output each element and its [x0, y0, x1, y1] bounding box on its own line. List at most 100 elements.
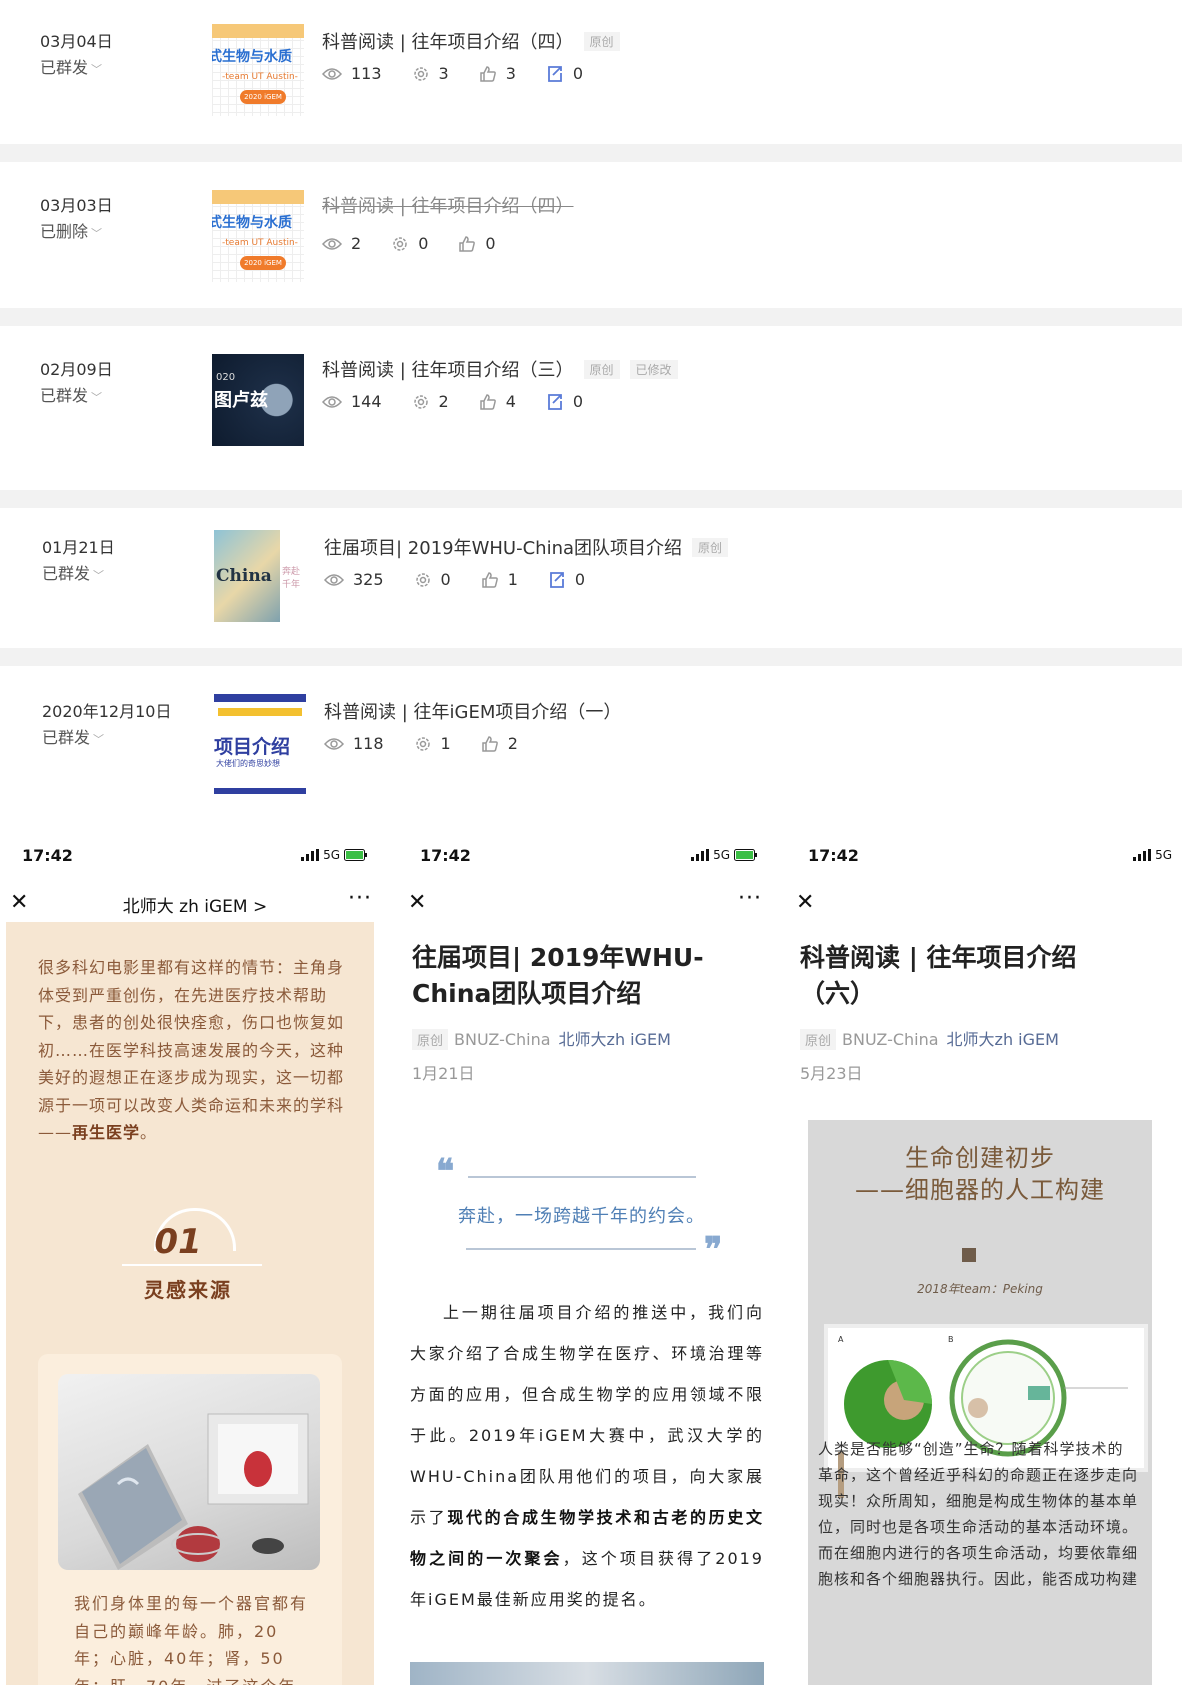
item-title[interactable]: 科普阅读 | 往年iGEM项目介绍（一） — [324, 698, 621, 724]
eye-icon — [324, 737, 344, 750]
item-status[interactable]: 已群发 ﹀ — [40, 54, 102, 78]
list-item[interactable]: 2020年12月10日 已群发 ﹀ 项目介绍 大佬们的奇思妙想 科普阅读 | 往年… — [0, 666, 1182, 816]
close-icon[interactable]: ✕ — [796, 892, 814, 914]
item-date: 02月09日 — [40, 360, 113, 379]
views-stat: 118 — [324, 734, 384, 753]
list-item[interactable]: 02月09日 已群发 ﹀ 020 图卢兹 科普阅读 | 往年项目介绍（三） 原创 已修… — [0, 326, 1182, 490]
signal-indicator: 5G — [301, 848, 368, 862]
battery-icon — [734, 849, 757, 861]
item-stats: 118 1 2 — [324, 734, 548, 753]
thumbs-up-icon — [459, 235, 476, 252]
author: BNUZ-China — [454, 1030, 551, 1049]
likes-stat: 1 — [481, 570, 518, 589]
lab-photo — [58, 1374, 320, 1570]
more-icon[interactable]: ··· — [348, 886, 372, 911]
open-quote-icon: ❝ — [436, 1152, 455, 1192]
thumbnail[interactable]: 式生物与水质 -team UT Austin- 2020 iGEM — [212, 190, 304, 282]
more-icon[interactable]: ··· — [738, 886, 762, 911]
phone-screenshot-3: 17:42 5G ✕ 科普阅读 | 往年项目介绍（六） 原创 BNUZ-China… — [786, 836, 1182, 1685]
signal-icon — [691, 849, 710, 861]
collects-stat: 0 — [546, 64, 583, 83]
original-tag: 原创 — [412, 1029, 449, 1050]
intro-text: 很多科幻电影里都有这样的情节：主角身体受到严重创伤，在先进医疗技术帮助下，患者的… — [38, 958, 345, 1142]
gear-share-icon — [413, 66, 428, 81]
thumbs-up-icon — [479, 65, 496, 82]
article-body: 生命创建初步 ——细胞器的人工构建 2018年team：Peking A B — [808, 1120, 1152, 1685]
thumb-text: 奔赴千年 — [282, 567, 301, 590]
network-label: 5G — [1155, 848, 1172, 862]
signal-icon — [1133, 849, 1152, 861]
article-title: 科普阅读 | 往年项目介绍（六） — [800, 943, 1077, 1008]
thumbs-up-icon — [479, 393, 496, 410]
chevron-down-icon: ﹀ — [91, 63, 103, 76]
publish-date: 1月21日 — [412, 1064, 475, 1083]
gear-share-icon — [393, 236, 407, 251]
content-card: 我们身体里的每一个器官都有自己的巅峰年龄。肺，20年；心脏，40年；肾，50年；… — [38, 1354, 342, 1685]
item-stats: 113 3 3 0 — [322, 64, 613, 83]
item-stats: 2 0 0 — [322, 234, 526, 253]
likes-count: 4 — [505, 392, 516, 411]
account-link[interactable]: 北师大zh iGEM — [947, 1030, 1059, 1049]
thumbnail[interactable]: 020 图卢兹 — [212, 354, 304, 446]
signal-indicator: 5G — [691, 848, 758, 862]
list-item[interactable]: 03月04日 已群发 ﹀ 式生物与水质 -team UT Austin- 2020… — [0, 0, 1182, 144]
gear-share-icon — [413, 394, 428, 409]
thumb-text: 式生物与水质 — [212, 49, 292, 65]
list-item[interactable]: 01月21日 已群发 ﹀ China 奔赴千年 往届项目| 2019年WHU-Ch… — [0, 508, 1182, 648]
account-link[interactable]: 北师大zh iGEM — [559, 1030, 671, 1049]
eye-icon — [324, 573, 344, 586]
thumbnail[interactable]: 项目介绍 大佬们的奇思妙想 — [214, 694, 306, 794]
intro-bold: 再生医学 — [72, 1123, 141, 1142]
item-title[interactable]: 往届项目| 2019年WHU-China团队项目介绍 原创 — [324, 534, 729, 560]
item-title[interactable]: 科普阅读 | 往年项目介绍（三） 原创 已修改 — [322, 356, 678, 382]
likes-stat: 4 — [479, 392, 516, 411]
body-paragraph: 人类是否能够“创造”生命？随着科学技术的革命，这个曾经近乎科幻的命题正在逐步走向… — [818, 1440, 1139, 1588]
item-status[interactable]: 已删除 ﹀ — [40, 218, 102, 242]
item-title[interactable]: 科普阅读 | 往年项目介绍（四） 原创 — [322, 28, 620, 54]
item-status[interactable]: 已群发 ﹀ — [42, 724, 104, 748]
original-tag: 原创 — [583, 360, 620, 379]
intro-paragraph: 很多科幻电影里都有这样的情节：主角身体受到严重创伤，在先进医疗技术帮助下，患者的… — [38, 954, 348, 1147]
article-body: 很多科幻电影里都有这样的情节：主角身体受到严重创伤，在先进医疗技术帮助下，患者的… — [6, 922, 374, 1685]
thumbnail[interactable]: China 奔赴千年 — [214, 530, 306, 622]
thumbnail[interactable]: 式生物与水质 -team UT Austin- 2020 iGEM — [212, 24, 304, 116]
nav-bar: ✕ ··· — [398, 886, 780, 918]
views-stat: 113 — [322, 64, 382, 83]
status-bar: 17:42 5G — [0, 846, 390, 866]
item-date: 2020年12月10日 — [42, 702, 172, 721]
account-title[interactable]: 北师大 zh iGEM > — [0, 892, 390, 917]
views-count: 325 — [353, 570, 384, 589]
collects-count: 0 — [574, 570, 586, 589]
heading-line-2: ——细胞器的人工构建 — [855, 1176, 1105, 1204]
item-title[interactable]: 科普阅读 | 往年项目介绍（四） — [322, 192, 574, 218]
shares-stat: 3 — [412, 64, 449, 83]
team-label: 2018年team：Peking — [917, 1282, 1043, 1296]
article-meta: 原创 BNUZ-China 北师大zh iGEM — [412, 1026, 671, 1050]
signal-icon — [301, 849, 320, 861]
close-icon[interactable]: ✕ — [408, 892, 426, 914]
thumb-text: China — [216, 566, 272, 586]
fig-label-a: A — [838, 1335, 844, 1344]
item-status[interactable]: 已群发 ﹀ — [40, 382, 102, 406]
pull-quote: 奔赴，一场跨越千年的约会。 — [458, 1206, 705, 1227]
shares-stat: 1 — [414, 734, 451, 753]
printer-illustration — [78, 1413, 309, 1570]
heading-line-1: 生命创建初步 — [905, 1144, 1055, 1172]
modified-tag: 已修改 — [629, 360, 678, 379]
likes-count: 3 — [505, 64, 516, 83]
views-count: 144 — [351, 392, 382, 411]
thumbs-up-icon — [481, 735, 498, 752]
item-status[interactable]: 已群发 ﹀ — [42, 560, 104, 584]
divider — [0, 490, 1182, 508]
title-text: 往届项目| 2019年WHU-China团队项目介绍 — [324, 538, 683, 559]
nav-bar: ✕ — [786, 888, 1182, 918]
list-item[interactable]: 03月03日 已删除 ﹀ 式生物与水质 -team UT Austin- 2020… — [0, 162, 1182, 308]
thumb-text: 2020 iGEM — [240, 256, 286, 270]
thumb-decor — [214, 788, 306, 794]
signal-indicator: 5G — [1133, 848, 1176, 862]
chevron-down-icon: ﹀ — [91, 391, 103, 404]
views-count: 113 — [351, 64, 382, 83]
item-date: 03月04日 — [40, 32, 113, 51]
thumb-text: 大佬们的奇思妙想 — [216, 759, 280, 768]
eye-icon — [322, 67, 342, 80]
